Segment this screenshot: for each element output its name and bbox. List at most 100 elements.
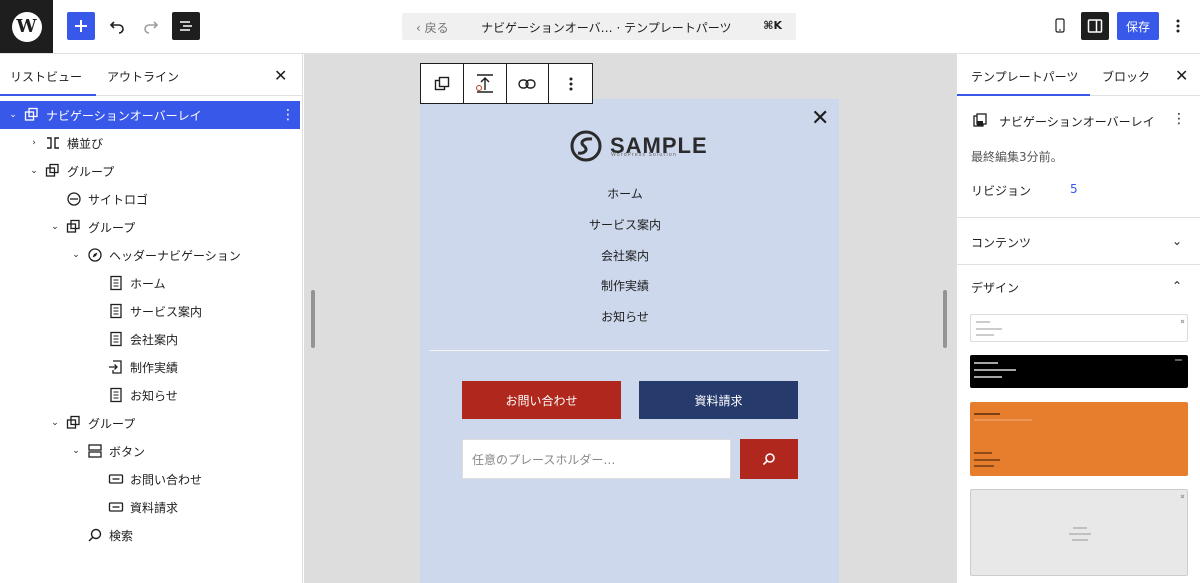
design-pattern-light[interactable] [970,314,1188,342]
options-menu-button[interactable] [1166,12,1190,40]
tab-template-part[interactable]: テンプレートパーツ [956,68,1091,96]
link-icon [518,78,537,89]
last-edited-text: 最終編集3分前。 [971,150,1063,164]
chevron-down-icon[interactable]: ⌄ [71,250,81,260]
template-part-icon [434,76,450,90]
tree-item-label: グループ [67,164,115,179]
undo-icon [109,21,124,34]
custom-link-icon [108,359,124,375]
separator [429,350,830,351]
redo-button[interactable] [137,12,165,40]
tree-item-label: 横並び [67,136,104,151]
tree-item-label: ホーム [130,276,166,291]
tree-item[interactable]: サイトロゴ [0,185,300,213]
navigation-overlay-preview[interactable] [420,99,839,583]
site-logo: SAMPLE WordPress Solution [570,130,708,162]
chevron-down-icon[interactable]: ⌄ [50,418,60,428]
tree-item[interactable]: › 横並び [0,129,300,157]
canvas-resize-handle-left[interactable] [311,290,315,348]
undo-button[interactable] [103,12,131,40]
tree-item[interactable]: ⌄ グループ [0,157,300,185]
settings-sidebar-toggle[interactable] [1081,12,1109,40]
nav-link[interactable]: ホーム [520,185,730,202]
tree-item[interactable]: サービス案内 [0,297,300,325]
navigation-icon [87,247,103,263]
chevron-down-icon[interactable]: ⌄ [8,110,18,120]
chevron-right-icon[interactable]: › [29,138,39,148]
tree-item[interactable]: ⌄ ボタン [0,437,300,465]
tree-item[interactable]: ⌄ ナビゲーションオーバーレイ ⋮ [0,101,300,129]
tree-item-label: ヘッダーナビゲーション [109,248,241,263]
section-design-toggle[interactable]: デザイン [971,279,1019,296]
close-icon[interactable]: ✕ [1175,66,1188,85]
mobile-device-icon [1055,18,1065,33]
sidebar-icon [1087,19,1103,33]
chevron-down-icon[interactable]: ⌄ [50,222,60,232]
tree-item[interactable]: ⌄ グループ [0,409,300,437]
back-link[interactable]: ‹ 戻る [416,19,449,36]
revisions-count-link[interactable]: 5 [1070,182,1078,196]
tab-list-view[interactable]: リストビュー [0,68,97,96]
design-pattern-orange[interactable] [970,402,1188,476]
more-vertical-icon [569,77,573,90]
link-button[interactable] [507,64,550,103]
nav-link[interactable]: 会社案内 [520,247,730,264]
tree-item[interactable]: ホーム [0,269,300,297]
plus-icon [75,20,87,32]
nav-link[interactable]: 制作実績 [520,277,730,294]
tree-item[interactable]: 制作実績 [0,353,300,381]
nav-link[interactable]: サービス案内 [520,216,730,233]
list-view-tabs: リストビュー アウトライン ✕ [0,54,302,96]
chevron-down-icon[interactable]: ⌄ [1172,234,1182,248]
document-overview-button[interactable] [172,12,200,40]
chevron-up-icon[interactable]: ⌃ [1172,279,1182,293]
chevron-down-icon[interactable]: ⌄ [29,166,39,176]
document-request-button[interactable]: 資料請求 [639,381,798,419]
tree-item-label: サイトロゴ [88,192,149,207]
command-palette-bar[interactable]: ‹ 戻る ナビゲーションオーバ… · テンプレートパーツ ⌘K [402,13,796,40]
search-button[interactable] [740,439,798,479]
tree-item-label: 制作実績 [130,360,179,375]
group-icon [45,163,61,179]
group-icon [66,219,82,235]
design-pattern-gray[interactable] [970,489,1188,576]
close-icon[interactable]: ✕ [274,66,287,85]
tree-item[interactable]: 資料請求 [0,493,300,521]
more-vertical-icon [1176,19,1180,33]
sample-logo-icon [570,130,602,162]
search-input[interactable]: 任意のプレースホルダー… [462,439,731,479]
more-vertical-icon[interactable]: ⋮ [281,107,295,123]
add-block-button[interactable] [67,12,95,40]
contact-button[interactable]: お問い合わせ [462,381,621,419]
template-part-name: ナビゲーションオーバーレイ [999,115,1155,129]
block-options-button[interactable] [549,64,592,103]
wordpress-icon: W [11,11,42,42]
chevron-down-icon[interactable]: ⌄ [71,446,81,456]
block-type-button[interactable] [421,64,464,103]
row-icon [45,135,61,151]
tab-block[interactable]: ブロック [1102,68,1150,85]
vertical-align-icon [475,73,493,93]
overlay-close-icon[interactable]: ✕ [811,108,829,130]
wordpress-logo-button[interactable]: W [0,0,53,53]
tree-item-label: ボタン [109,444,146,459]
tree-item[interactable]: ⌄ ヘッダーナビゲーション [0,241,300,269]
move-button[interactable] [464,64,507,103]
revisions-label: リビジョン [971,184,1032,198]
tree-item[interactable]: 会社案内 [0,325,300,353]
tree-item[interactable]: 検索 [0,521,300,549]
search-icon [762,453,775,466]
design-pattern-dark[interactable] [970,355,1188,388]
tab-outline[interactable]: アウトライン [107,68,179,85]
group-icon [66,415,82,431]
divider [957,264,1200,265]
save-button[interactable]: 保存 [1117,12,1159,40]
canvas-resize-handle-right[interactable] [943,290,947,348]
tree-item[interactable]: ⌄ グループ [0,213,300,241]
device-preview-button[interactable] [1046,12,1074,40]
section-content-toggle[interactable]: コンテンツ [971,234,1031,251]
tree-item[interactable]: お問い合わせ [0,465,300,493]
more-vertical-icon[interactable]: ⋮ [1172,111,1186,127]
nav-link[interactable]: お知らせ [520,308,730,325]
tree-item[interactable]: お知らせ [0,381,300,409]
